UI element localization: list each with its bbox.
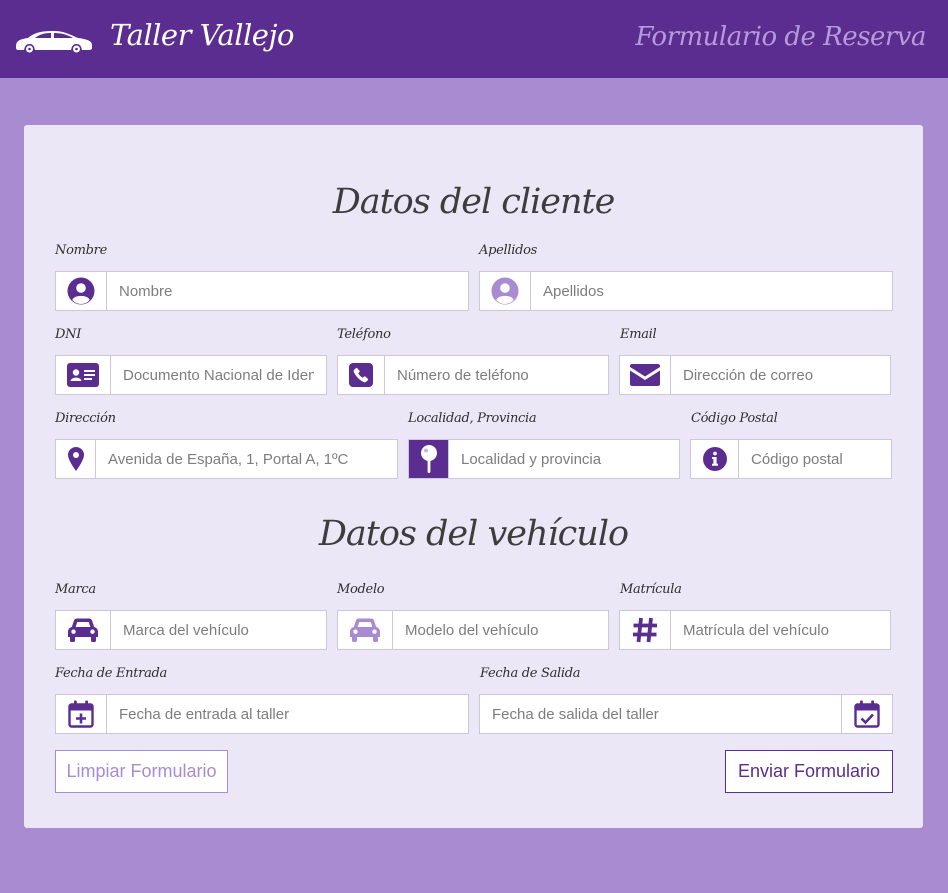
id-card-icon — [56, 356, 111, 394]
localidad-label: Localidad, Provincia — [408, 411, 537, 426]
fecha-salida-field — [479, 694, 893, 734]
apellidos-label: Apellidos — [479, 243, 537, 258]
fecha-salida-label: Fecha de Salida — [480, 666, 581, 681]
user-circle-icon — [56, 272, 107, 310]
phone-icon — [338, 356, 385, 394]
apellidos-input[interactable] — [531, 272, 892, 310]
apellidos-field — [479, 271, 893, 311]
marca-field — [55, 610, 327, 650]
email-label: Email — [620, 327, 657, 342]
brand-title[interactable]: Taller Vallejo — [110, 18, 294, 52]
booking-form-card: Datos del cliente Nombre Apellidos DNI T… — [24, 125, 923, 828]
client-section-title: Datos del cliente — [332, 182, 616, 222]
nombre-input[interactable] — [107, 272, 468, 310]
top-navbar: Taller Vallejo Formulario de Reserva — [0, 0, 948, 78]
map-pin-icon — [409, 440, 449, 478]
calendar-plus-icon — [56, 695, 107, 733]
car-icon — [338, 611, 393, 649]
info-circle-icon — [691, 440, 739, 478]
codigo-postal-input[interactable] — [739, 440, 891, 478]
email-field — [619, 355, 891, 395]
hashtag-icon — [620, 611, 671, 649]
matricula-label: Matrícula — [620, 582, 682, 597]
direccion-field — [55, 439, 398, 479]
nombre-field — [55, 271, 469, 311]
calendar-check-icon[interactable] — [841, 695, 892, 733]
telefono-input[interactable] — [385, 356, 608, 394]
matricula-input[interactable] — [671, 611, 890, 649]
modelo-input[interactable] — [393, 611, 608, 649]
clear-form-button[interactable]: Limpiar Formulario — [55, 750, 228, 793]
modelo-label: Modelo — [337, 582, 385, 597]
dni-label: DNI — [55, 327, 82, 342]
page-subtitle: Formulario de Reserva — [635, 22, 926, 52]
direccion-input[interactable] — [96, 440, 397, 478]
fecha-salida-input[interactable] — [480, 695, 841, 733]
submit-form-button[interactable]: Enviar Formulario — [725, 750, 893, 793]
fecha-entrada-input[interactable] — [107, 695, 468, 733]
codigo-postal-label: Código Postal — [691, 411, 778, 426]
user-circle-icon — [480, 272, 531, 310]
nombre-label: Nombre — [55, 243, 107, 258]
car-icon — [56, 611, 111, 649]
envelope-icon — [620, 356, 671, 394]
vehicle-section-title: Datos del vehículo — [318, 514, 629, 554]
modelo-field — [337, 610, 609, 650]
marca-label: Marca — [55, 582, 96, 597]
direccion-label: Dirección — [55, 411, 116, 426]
localidad-input[interactable] — [449, 440, 679, 478]
telefono-field — [337, 355, 609, 395]
car-logo-icon — [16, 31, 92, 55]
dni-field — [55, 355, 327, 395]
dni-input[interactable] — [111, 356, 326, 394]
matricula-field — [619, 610, 891, 650]
fecha-entrada-field — [55, 694, 469, 734]
email-input[interactable] — [671, 356, 890, 394]
fecha-entrada-label: Fecha de Entrada — [55, 666, 168, 681]
map-marker-icon — [56, 440, 96, 478]
marca-input[interactable] — [111, 611, 326, 649]
localidad-field — [408, 439, 680, 479]
codigo-postal-field — [690, 439, 892, 479]
telefono-label: Teléfono — [337, 327, 391, 342]
